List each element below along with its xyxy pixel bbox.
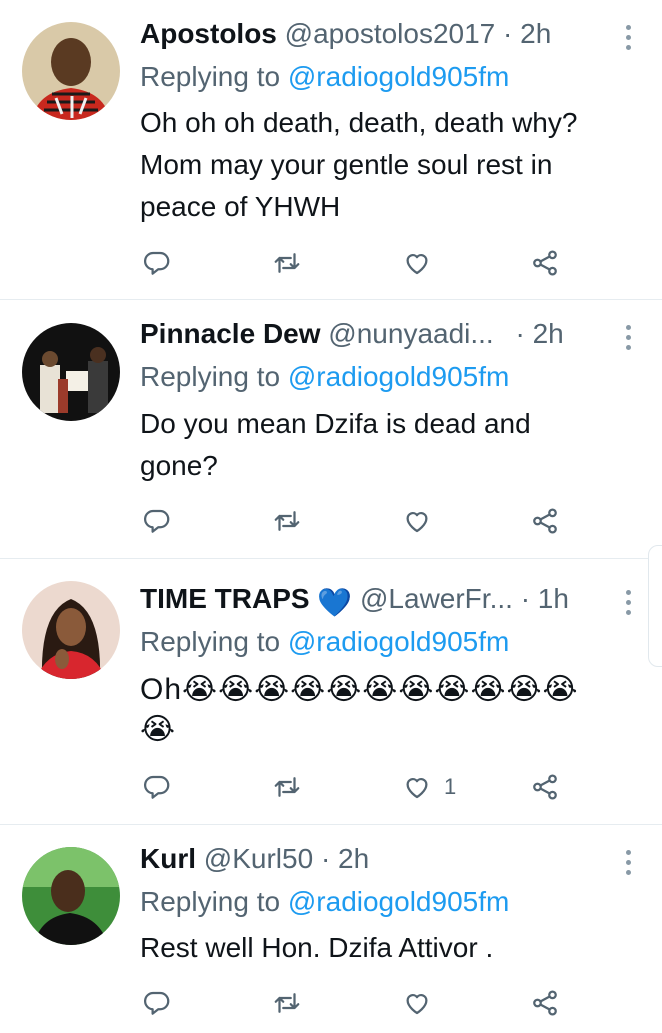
mention-link[interactable]: @radiogold905fm xyxy=(288,626,509,657)
retweet-icon xyxy=(274,993,300,1013)
tweet-time[interactable]: 1h xyxy=(538,583,569,614)
reply-feed: Apostolos @apostolos2017 · 2h Replying t… xyxy=(0,0,662,1033)
action-bar xyxy=(140,987,580,1019)
heart-icon xyxy=(406,778,428,799)
heart-icon xyxy=(406,512,428,533)
replying-label: Replying to xyxy=(140,886,281,917)
like-button[interactable] xyxy=(402,987,444,1019)
text-line: 😭 xyxy=(140,713,177,746)
text-line: Oh oh oh death, death, death why? xyxy=(140,107,578,138)
share-icon xyxy=(533,508,557,534)
mention-link[interactable]: @radiogold905fm xyxy=(288,886,509,917)
share-icon xyxy=(533,990,557,1016)
share-button[interactable] xyxy=(530,771,560,803)
more-icon[interactable] xyxy=(622,845,634,879)
retweet-icon xyxy=(274,511,300,531)
author-name[interactable]: Apostolos xyxy=(140,18,277,49)
like-count: 1 xyxy=(444,774,457,799)
share-button[interactable] xyxy=(530,247,560,279)
more-icon[interactable] xyxy=(622,320,634,354)
replying-to: Replying to @radiogold905fm xyxy=(140,360,509,394)
retweet-icon xyxy=(274,253,300,273)
reply-button[interactable] xyxy=(142,987,172,1019)
tweet-text: Do you mean Dzifa is dead and gone? xyxy=(140,403,622,487)
reply-icon xyxy=(143,991,170,1015)
tweet-text: Oh oh oh death, death, death why? Mom ma… xyxy=(140,102,622,228)
tweet[interactable]: TIME TRAPS 💙 @LawerFr... · 1h Replying t… xyxy=(0,559,662,825)
side-edge-tab[interactable] xyxy=(648,545,662,667)
replying-label: Replying to xyxy=(140,626,281,657)
avatar[interactable] xyxy=(22,581,120,679)
replying-to: Replying to @radiogold905fm xyxy=(140,60,509,94)
replying-label: Replying to xyxy=(140,361,281,392)
separator-dot: · xyxy=(520,583,531,614)
tweet[interactable]: Apostolos @apostolos2017 · 2h Replying t… xyxy=(0,0,662,300)
share-icon xyxy=(533,250,557,276)
avatar[interactable] xyxy=(22,323,120,421)
action-bar xyxy=(140,505,580,537)
replying-label: Replying to xyxy=(140,61,281,92)
heart-icon xyxy=(406,994,428,1015)
separator-dot: · xyxy=(515,318,525,349)
tweet-time[interactable]: 2h xyxy=(338,843,369,874)
like-button[interactable]: 1 xyxy=(402,771,456,803)
tweet-text: Oh😭😭😭😭😭😭😭😭😭😭😭 😭 xyxy=(140,670,622,750)
tweet-header: Kurl @Kurl50 · 2h xyxy=(140,842,612,876)
author-name[interactable]: Kurl xyxy=(140,843,196,874)
retweet-button[interactable] xyxy=(272,247,302,279)
blue-heart-icon: 💙 xyxy=(317,587,353,618)
mention-link[interactable]: @radiogold905fm xyxy=(288,61,509,92)
author-handle[interactable]: @Kurl50 xyxy=(204,843,313,874)
reply-icon xyxy=(143,775,170,799)
separator-dot: · xyxy=(320,843,331,874)
author-handle[interactable]: @nunyaadi... xyxy=(328,318,493,349)
action-bar: 1 xyxy=(140,771,580,803)
retweet-button[interactable] xyxy=(272,505,302,537)
text-line: Rest well Hon. Dzifa Attivor . xyxy=(140,932,494,963)
reply-button[interactable] xyxy=(142,247,172,279)
tweet-header: Pinnacle Dew @nunyaadi... · 2h xyxy=(140,317,612,351)
author-handle[interactable]: @LawerFr... xyxy=(360,583,513,614)
reply-button[interactable] xyxy=(142,505,172,537)
heart-icon xyxy=(406,254,428,275)
tweet-header: Apostolos @apostolos2017 · 2h xyxy=(140,17,612,51)
tweet-text: Rest well Hon. Dzifa Attivor . xyxy=(140,927,622,969)
retweet-button[interactable] xyxy=(272,771,302,803)
tweet[interactable]: Pinnacle Dew @nunyaadi... · 2h Replying … xyxy=(0,300,662,559)
text-line: Oh😭😭😭😭😭😭😭😭😭😭😭 xyxy=(140,673,579,706)
replying-to: Replying to @radiogold905fm xyxy=(140,625,509,659)
tweet-header: TIME TRAPS 💙 @LawerFr... · 1h xyxy=(140,582,612,618)
reply-icon xyxy=(143,251,170,275)
mention-link[interactable]: @radiogold905fm xyxy=(288,361,509,392)
author-name[interactable]: Pinnacle Dew xyxy=(140,318,321,349)
text-line: gone? xyxy=(140,450,218,481)
tweet[interactable]: Kurl @Kurl50 · 2h Replying to @radiogold… xyxy=(0,825,662,1033)
retweet-button[interactable] xyxy=(272,987,302,1019)
avatar[interactable] xyxy=(22,847,120,945)
like-button[interactable] xyxy=(402,247,444,279)
text-line: Mom may your gentle soul rest in xyxy=(140,149,553,180)
reply-button[interactable] xyxy=(142,771,172,803)
author-handle[interactable]: @apostolos2017 xyxy=(285,18,496,49)
share-button[interactable] xyxy=(530,505,560,537)
avatar[interactable] xyxy=(22,22,120,120)
tweet-time[interactable]: 2h xyxy=(520,18,551,49)
replying-to: Replying to @radiogold905fm xyxy=(140,885,509,919)
share-button[interactable] xyxy=(530,987,560,1019)
reply-icon xyxy=(143,509,170,533)
share-icon xyxy=(533,774,557,800)
action-bar xyxy=(140,247,580,279)
author-name[interactable]: TIME TRAPS xyxy=(140,583,310,614)
tweet-time[interactable]: 2h xyxy=(533,318,564,349)
text-line: Do you mean Dzifa is dead and xyxy=(140,408,531,439)
text-line: peace of YHWH xyxy=(140,191,341,222)
more-icon[interactable] xyxy=(622,585,634,619)
separator-dot: · xyxy=(503,18,513,49)
like-button[interactable] xyxy=(402,505,444,537)
more-icon[interactable] xyxy=(622,20,634,54)
retweet-icon xyxy=(274,777,300,797)
